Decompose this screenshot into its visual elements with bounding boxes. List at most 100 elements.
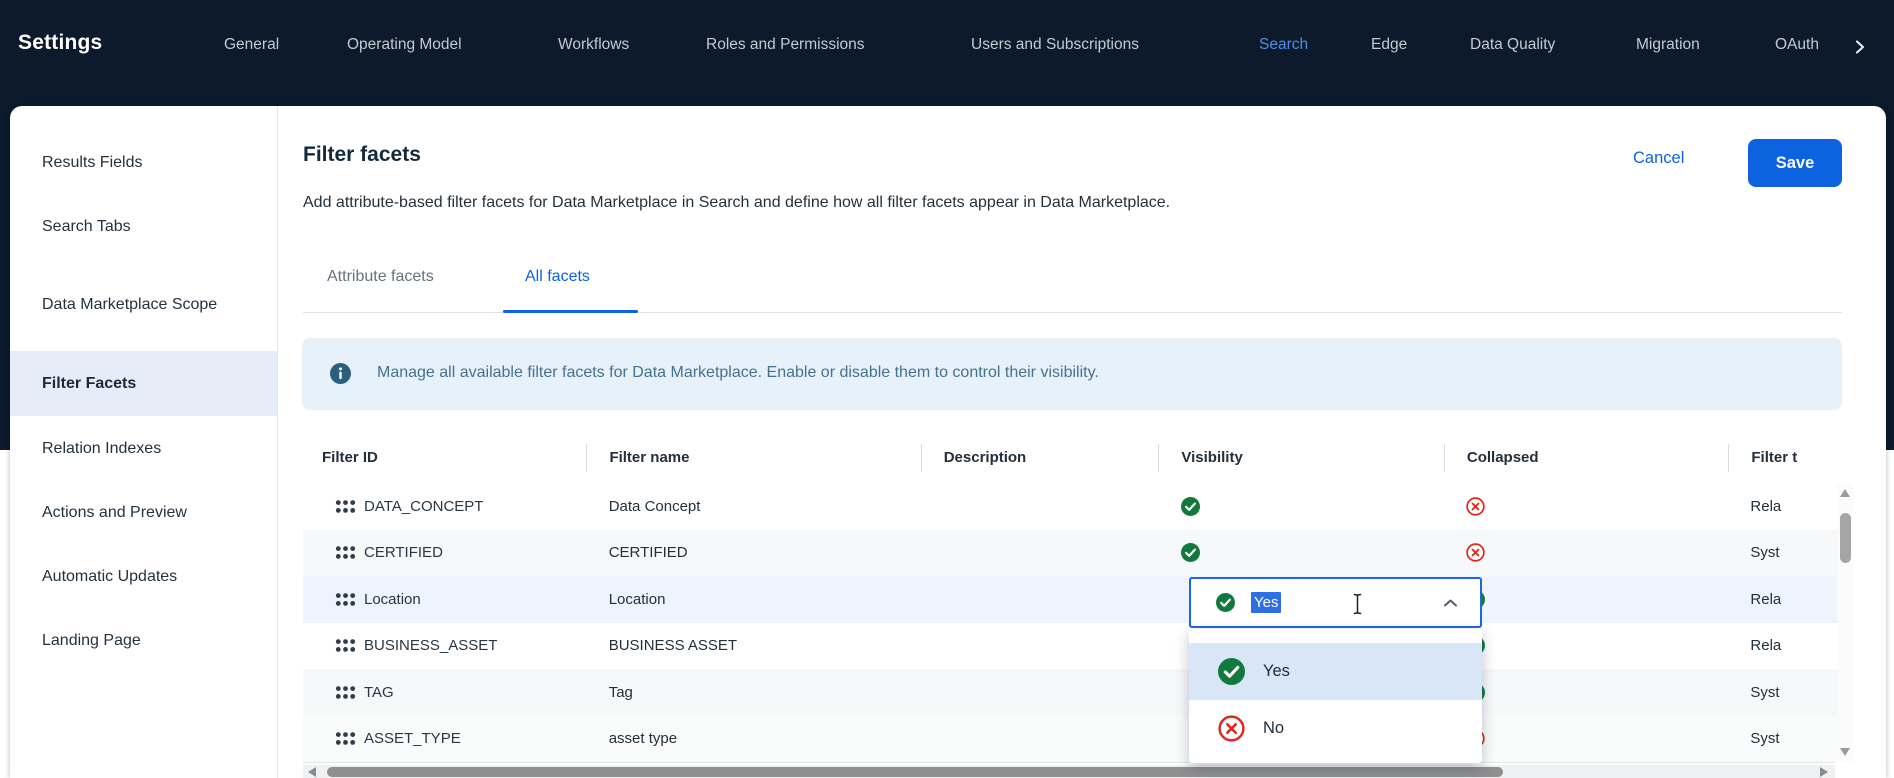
filter-id-cell: ASSET_TYPE xyxy=(303,730,587,747)
sidebar-divider xyxy=(277,106,278,778)
sidebar-item-data-marketplace-scope[interactable]: Data Marketplace Scope xyxy=(10,258,277,351)
sidebar-item-relation-indexes[interactable]: Relation Indexes xyxy=(10,416,277,480)
nav-item-data-quality[interactable]: Data Quality xyxy=(1470,36,1555,54)
nav-item-migration[interactable]: Migration xyxy=(1636,36,1700,54)
table-row-asset-type: ASSET_TYPE asset type Syst xyxy=(303,716,1846,763)
cancel-button[interactable]: Cancel xyxy=(1633,149,1684,168)
filter-facets-table: Filter IDFilter nameDescriptionVisibilit… xyxy=(303,440,1846,762)
scroll-right-arrow-icon[interactable] xyxy=(1820,767,1828,777)
filter-id-text: TAG xyxy=(364,684,394,701)
dropdown-option-label: Yes xyxy=(1263,662,1290,681)
filter-id-cell: BUSINESS_ASSET xyxy=(303,637,587,654)
x-circle-icon[interactable] xyxy=(1466,543,1485,562)
collapsed-cell xyxy=(1444,683,1728,702)
sidebar-item-label: Relation Indexes xyxy=(42,433,161,464)
drag-handle-icon[interactable] xyxy=(335,638,356,653)
column-header-description: Description xyxy=(921,444,1159,472)
dropdown-option-yes[interactable]: Yes xyxy=(1189,643,1482,700)
active-tab-underline xyxy=(503,310,638,313)
nav-item-oauth[interactable]: OAuth xyxy=(1775,36,1819,54)
page-description: Add attribute-based filter facets for Da… xyxy=(303,194,1170,212)
filter-type-cell: Rela xyxy=(1728,498,1846,515)
filter-id-text: DATA_CONCEPT xyxy=(364,498,483,515)
filter-id-cell: DATA_CONCEPT xyxy=(303,498,587,515)
collapsed-cell xyxy=(1444,636,1728,655)
combobox-selected-value: Yes xyxy=(1251,592,1281,613)
scroll-down-arrow-icon[interactable] xyxy=(1840,748,1850,756)
check-circle-icon[interactable] xyxy=(1181,543,1200,562)
column-header-filter-t: Filter t xyxy=(1728,444,1846,472)
table-header-row: Filter IDFilter nameDescriptionVisibilit… xyxy=(303,440,1846,475)
sidebar-item-label: Results Fields xyxy=(42,147,142,178)
drag-handle-icon[interactable] xyxy=(335,685,356,700)
nav-item-workflows[interactable]: Workflows xyxy=(558,36,629,54)
check-circle-icon xyxy=(1218,658,1245,685)
text-cursor-icon xyxy=(1351,593,1364,615)
vertical-scrollbar[interactable] xyxy=(1837,483,1853,762)
visibility-cell xyxy=(1159,497,1444,516)
tab-attribute-facets[interactable]: Attribute facets xyxy=(327,268,434,286)
column-header-filter-id: Filter ID xyxy=(303,444,586,472)
sidebar-item-automatic-updates[interactable]: Automatic Updates xyxy=(10,544,277,608)
dropdown-option-label: No xyxy=(1263,719,1284,738)
filter-id-text: Location xyxy=(364,591,421,608)
table-row-certified: CERTIFIEDCERTIFIED Syst xyxy=(303,530,1846,577)
filter-name-cell: Data Concept xyxy=(587,498,921,515)
column-header-collapsed: Collapsed xyxy=(1444,444,1729,472)
sidebar-item-actions-and-preview[interactable]: Actions and Preview xyxy=(10,480,277,544)
save-button[interactable]: Save xyxy=(1748,139,1842,187)
filter-name-cell: asset type xyxy=(587,730,921,747)
filter-id-cell: CERTIFIED xyxy=(303,544,587,561)
table-body: DATA_CONCEPT Data Concept Rela CERTIFIEDC… xyxy=(303,483,1846,762)
info-banner: Manage all available filter facets for D… xyxy=(302,338,1842,410)
nav-item-users-and-subscriptions[interactable]: Users and Subscriptions xyxy=(971,36,1139,54)
drag-handle-icon[interactable] xyxy=(335,731,356,746)
check-circle-icon xyxy=(1216,593,1235,612)
nav-item-operating-model[interactable]: Operating Model xyxy=(347,36,462,54)
nav-item-search[interactable]: Search xyxy=(1259,36,1308,54)
page-title: Filter facets xyxy=(303,143,421,167)
sidebar-item-label: Data Marketplace Scope xyxy=(42,289,217,320)
table-row-tag: TAGTag Syst xyxy=(303,669,1846,716)
sidebar-item-label: Filter Facets xyxy=(42,368,136,399)
sidebar-item-search-tabs[interactable]: Search Tabs xyxy=(10,194,277,258)
sidebar-item-label: Automatic Updates xyxy=(42,561,177,592)
nav-item-edge[interactable]: Edge xyxy=(1371,36,1407,54)
horizontal-scrollbar[interactable] xyxy=(303,765,1835,778)
filter-name-cell: CERTIFIED xyxy=(587,544,921,561)
collapsed-cell xyxy=(1444,729,1728,748)
scroll-up-arrow-icon[interactable] xyxy=(1840,489,1850,497)
collapsed-cell xyxy=(1444,543,1728,562)
column-header-visibility: Visibility xyxy=(1158,444,1443,472)
top-nav: Settings General Operating Model Workflows… xyxy=(0,0,1894,106)
sidebar-item-label: Landing Page xyxy=(42,625,141,656)
drag-handle-icon[interactable] xyxy=(335,592,356,607)
dropdown-option-no[interactable]: No xyxy=(1189,700,1482,757)
sidebar-item-landing-page[interactable]: Landing Page xyxy=(10,608,277,672)
x-circle-icon[interactable] xyxy=(1466,497,1485,516)
column-header-filter-name: Filter name xyxy=(586,444,920,472)
check-circle-icon[interactable] xyxy=(1181,497,1200,516)
chevron-up-icon[interactable] xyxy=(1443,598,1458,608)
sidebar-item-results-fields[interactable]: Results Fields xyxy=(10,130,277,194)
scroll-left-arrow-icon[interactable] xyxy=(308,767,316,777)
visibility-editor-combobox[interactable]: Yes xyxy=(1189,577,1482,628)
drag-handle-icon[interactable] xyxy=(335,499,356,514)
nav-item-general[interactable]: General xyxy=(224,36,279,54)
filter-id-text: BUSINESS_ASSET xyxy=(364,637,497,654)
sidebar-item-filter-facets[interactable]: Filter Facets xyxy=(10,351,277,416)
sidebar-item-label: Actions and Preview xyxy=(42,497,187,528)
filter-type-cell: Rela xyxy=(1728,637,1846,654)
filter-type-cell: Syst xyxy=(1728,730,1846,747)
table-row-data-concept: DATA_CONCEPT Data Concept Rela xyxy=(303,483,1846,530)
table-bottom-border xyxy=(303,762,1835,763)
horizontal-scrollbar-thumb[interactable] xyxy=(327,767,1503,777)
drag-handle-icon[interactable] xyxy=(335,545,356,560)
sidebar-item-label: Search Tabs xyxy=(42,211,131,242)
tab-all-facets[interactable]: All facets xyxy=(525,268,590,286)
chevron-right-icon[interactable] xyxy=(1851,38,1869,56)
vertical-scrollbar-thumb[interactable] xyxy=(1840,513,1851,563)
app-title: Settings xyxy=(18,31,102,55)
filter-id-text: ASSET_TYPE xyxy=(364,730,461,747)
nav-item-roles-and-permissions[interactable]: Roles and Permissions xyxy=(706,36,865,54)
